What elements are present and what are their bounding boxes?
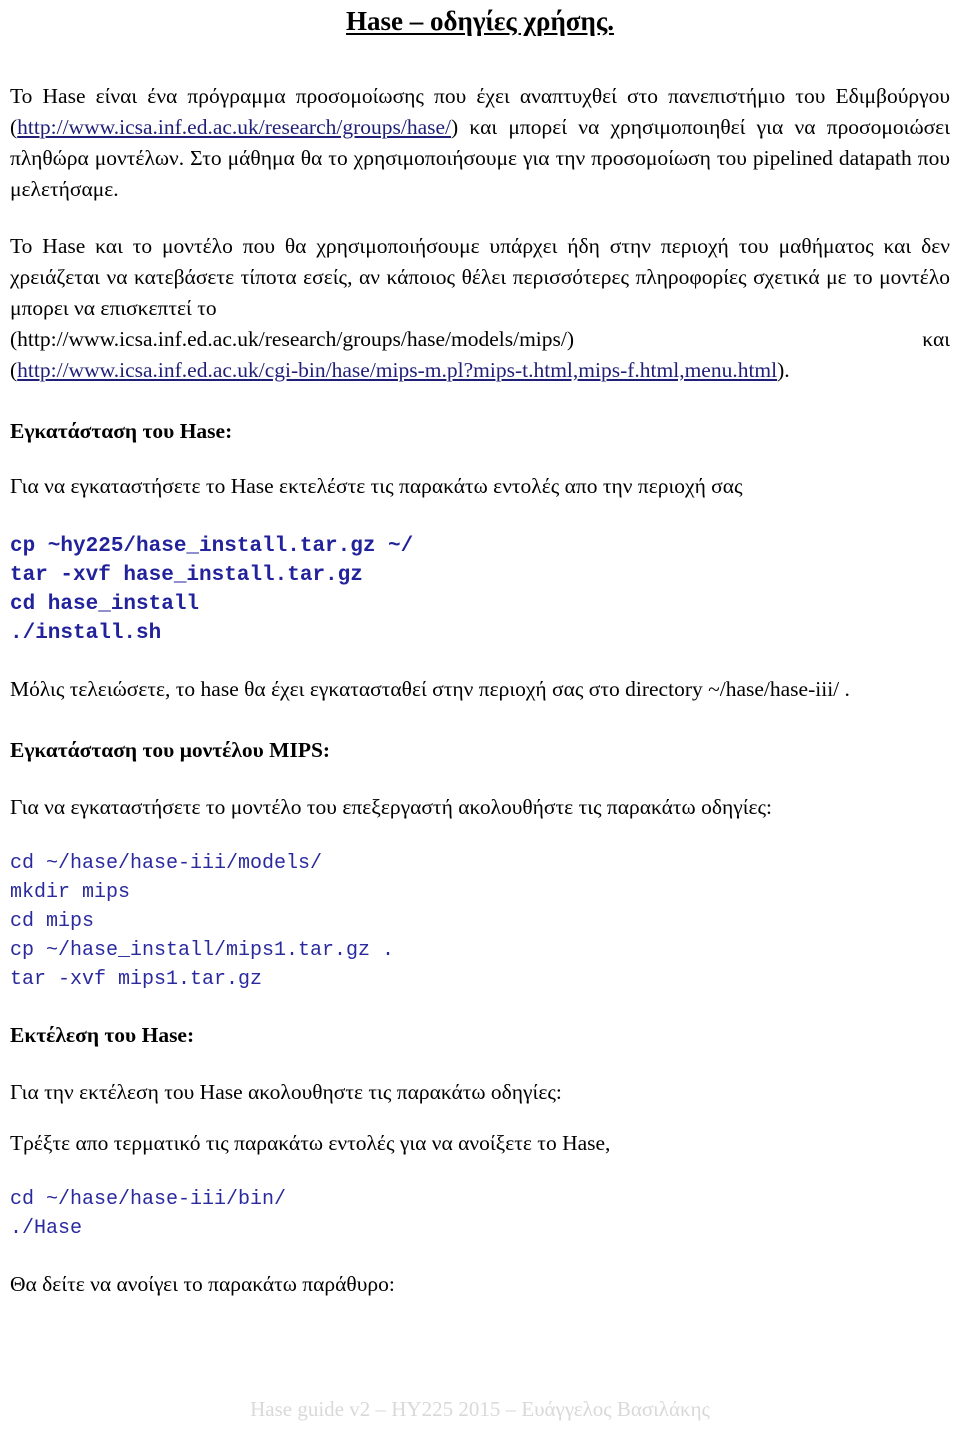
command-line: ./install.sh [10,622,162,646]
command-line: cd hase_install [10,593,200,617]
install-mips-instruction: Για να εγκαταστήσετε το μοντέλο του επεξ… [10,795,772,820]
install-mips-commands: cd ~/hase/hase-iii/models/ mkdir mips cd… [10,849,950,994]
command-line: cd mips [10,910,95,934]
model-cgi-url-line: (http://www.icsa.inf.ed.ac.uk/cgi-bin/ha… [10,355,950,386]
run-hase-closing-note: Θα δείτε να ανοίγει το παρακάτω παράθυρο… [10,1272,395,1297]
install-hase-after-note: Μόλις τελειώσετε, το hase θα έχει εγκατα… [10,677,850,702]
command-line: tar -xvf hase_install.tar.gz [10,564,363,588]
paren-close: ). [777,358,790,383]
command-line: cp ~/hase_install/mips1.tar.gz . [10,939,395,963]
hase-mips-cgi-link[interactable]: http://www.icsa.inf.ed.ac.uk/cgi-bin/has… [17,358,777,382]
command-line: cd ~/hase/hase-iii/models/ [10,852,323,876]
run-hase-instruction: Για την εκτέλεση του Hase ακολουθηστε τι… [10,1080,562,1105]
hase-mips-model-url: (http://www.icsa.inf.ed.ac.uk/research/g… [10,327,575,352]
install-hase-instruction: Για να εγκαταστήσετε το Hase εκτελέστε τ… [10,474,743,499]
command-line: mkdir mips [10,881,131,905]
heading-run-hase: Εκτέλεση του Hase: [10,1023,195,1048]
document-page: Hase – οδηγίες χρήσης. Το Hase είναι ένα… [0,4,960,1438]
hase-homepage-link[interactable]: http://www.icsa.inf.ed.ac.uk/research/gr… [17,115,451,139]
command-line: tar -xvf mips1.tar.gz [10,968,263,992]
command-line: ./Hase [10,1217,83,1241]
command-line: cp ~hy225/hase_install.tar.gz ~/ [10,535,414,559]
command-line: cd ~/hase/hase-iii/bin/ [10,1188,287,1212]
intro-paragraph: Το Hase είναι ένα πρόγραμμα προσομοίωσης… [10,81,950,205]
model-url-connector: και [922,327,950,352]
model-info-paragraph: Το Hase και το μοντέλο που θα χρησιμοποι… [10,231,950,324]
install-hase-commands: cp ~hy225/hase_install.tar.gz ~/ tar -xv… [10,532,950,648]
heading-install-hase: Εγκατάσταση του Hase: [10,419,233,444]
page-footer: Hase guide v2 – HY225 2015 – Ευάγγελος Β… [250,1397,710,1421]
page-title: Hase – οδηγίες χρήσης. [10,4,950,37]
page-title-text: Hase – οδηγίες χρήσης. [346,6,614,36]
model-url-line: (http://www.icsa.inf.ed.ac.uk/research/g… [10,324,950,355]
run-hase-terminal-note: Τρέξτε απο τερματικό τις παρακάτω εντολέ… [10,1131,611,1156]
run-hase-commands: cd ~/hase/hase-iii/bin/ ./Hase [10,1185,950,1243]
heading-install-mips: Εγκατάσταση του μοντέλου MIPS: [10,738,331,763]
model-info-text: Το Hase και το μοντέλο που θα χρησιμοποι… [10,234,950,321]
